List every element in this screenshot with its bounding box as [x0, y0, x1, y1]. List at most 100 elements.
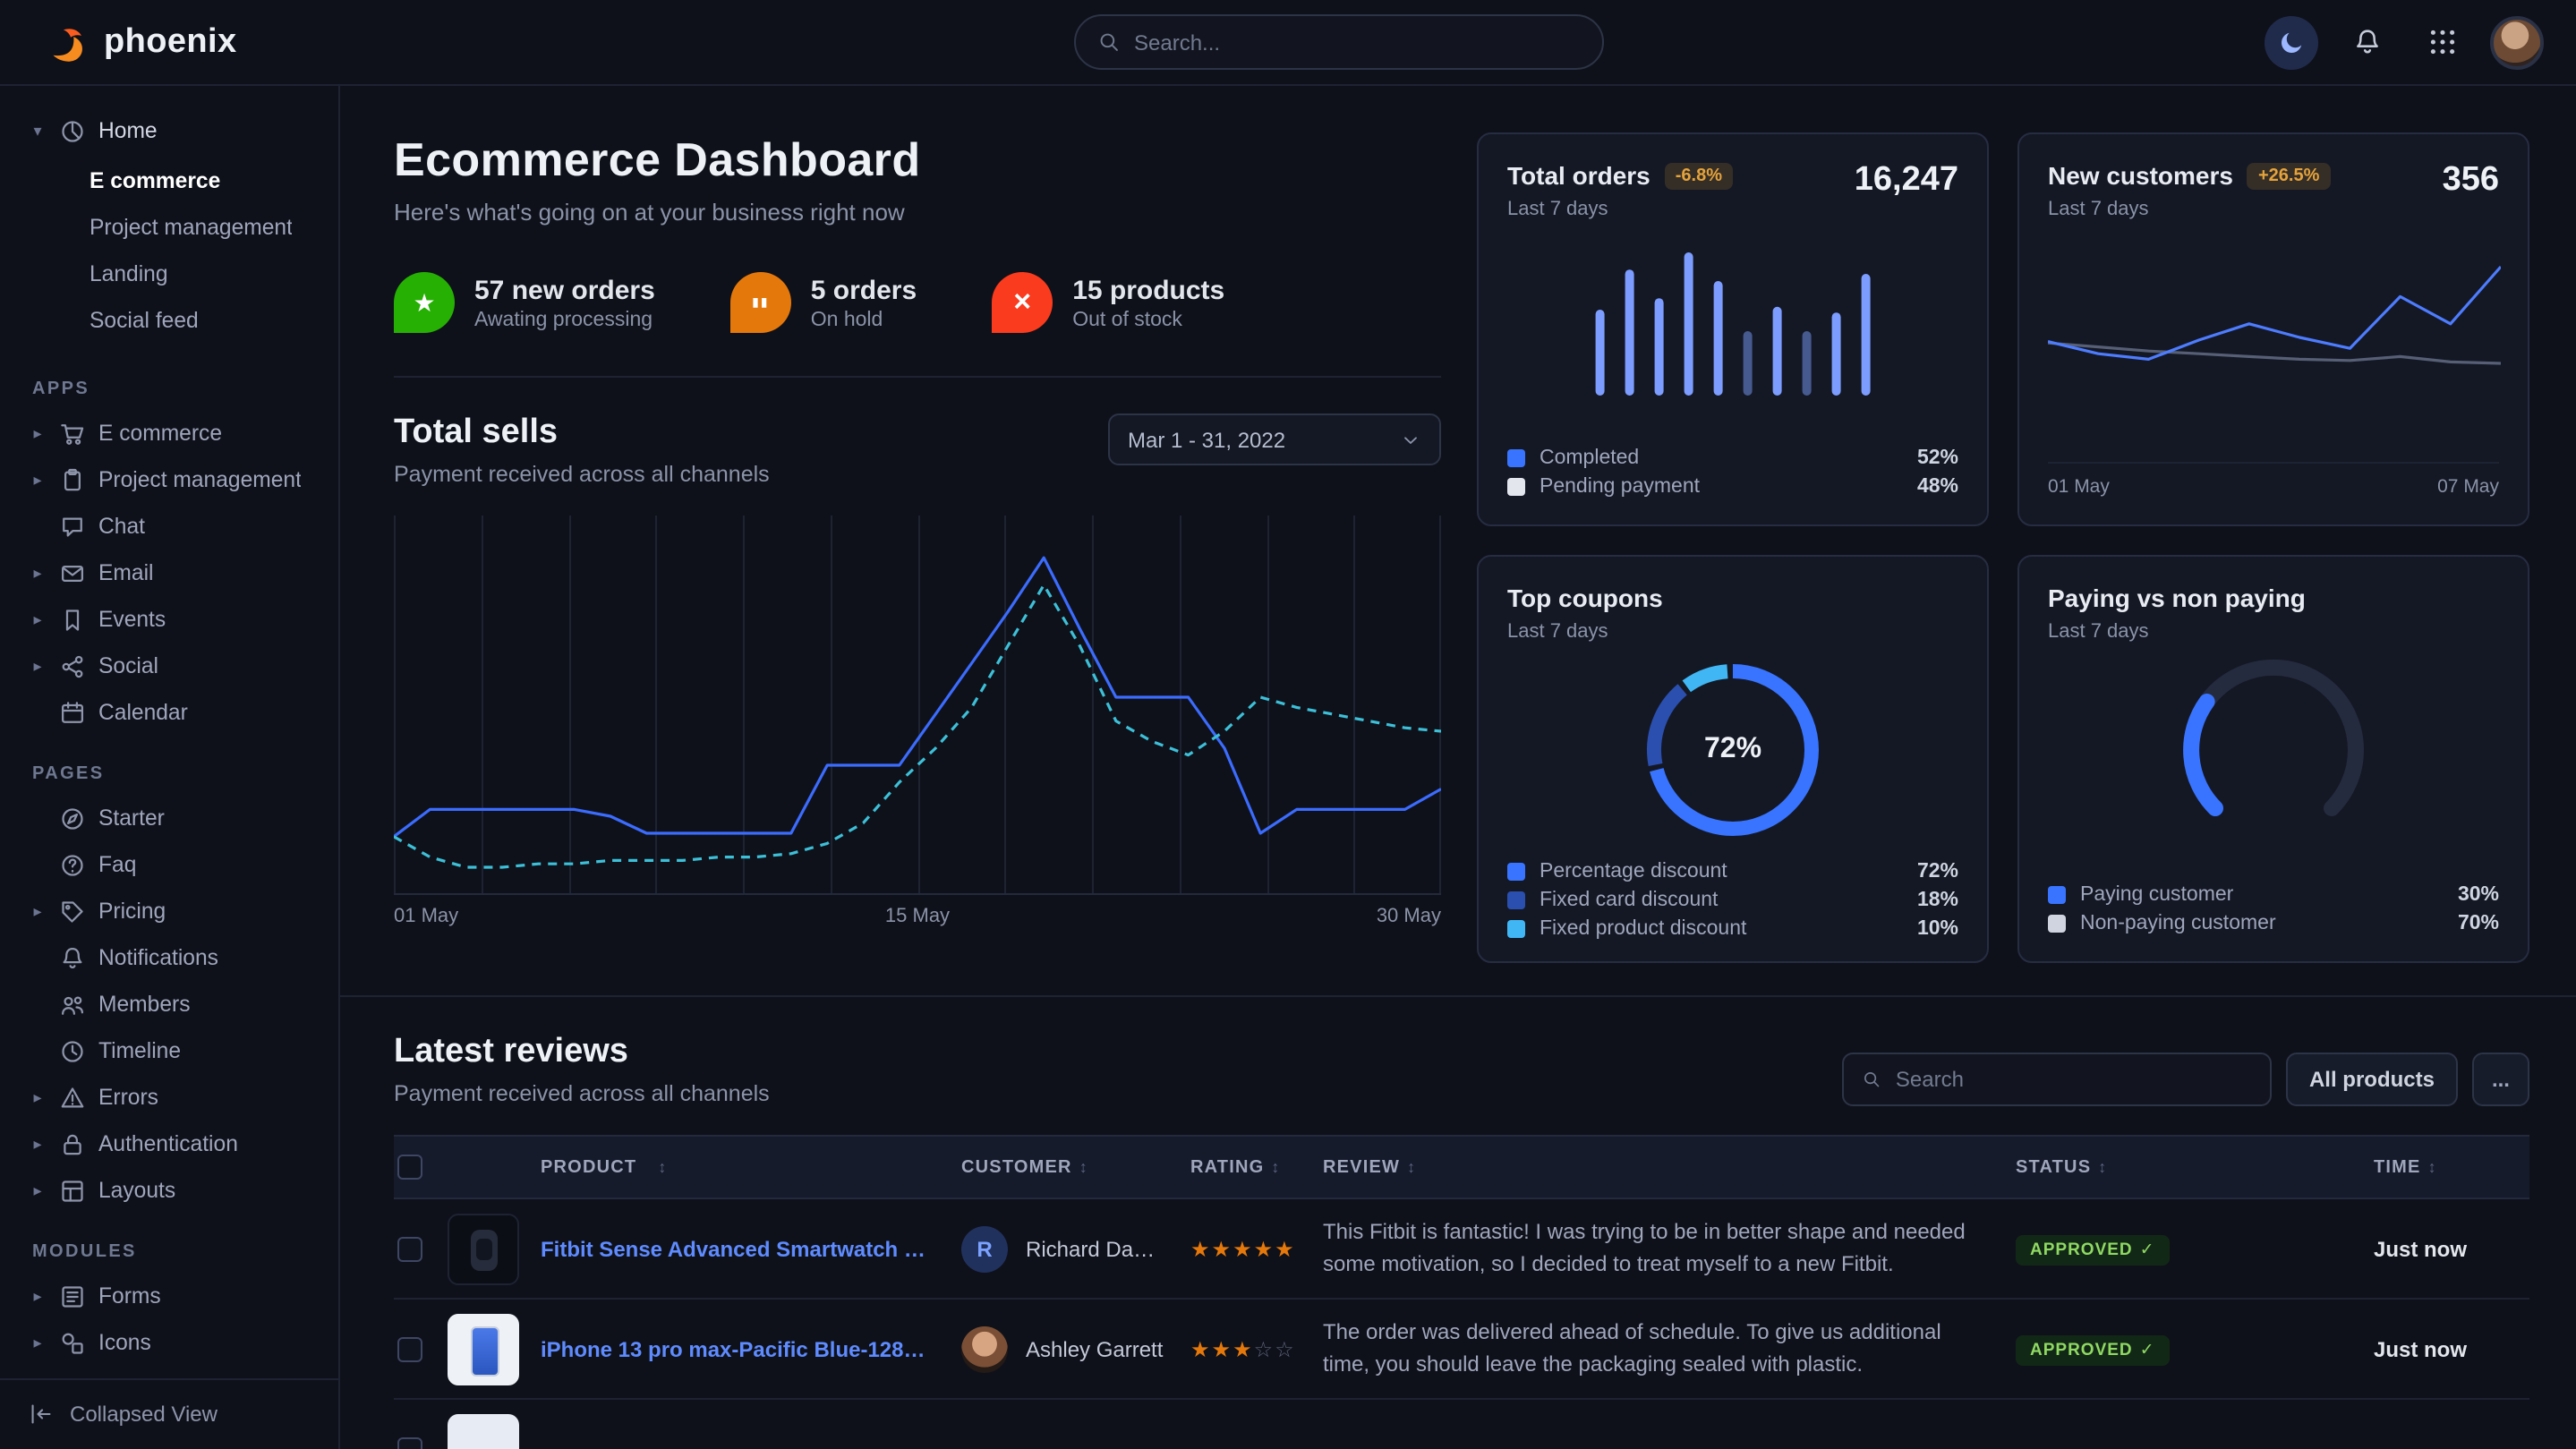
product-link[interactable]: Fitbit Sense Advanced Smartwatch with To… — [541, 1236, 936, 1261]
product-thumbnail[interactable] — [448, 1213, 519, 1284]
stat-item: 15 products Out of stock — [992, 272, 1224, 333]
more-actions-button[interactable]: ... — [2472, 1053, 2529, 1106]
sidebar-section-pages: ▸ Starter ▸ Faq ▸ Pricing ▸ Notification… — [29, 795, 320, 1214]
sort-icon[interactable]: ↕ — [1271, 1158, 1280, 1176]
legend-item: Completed 52% — [1507, 447, 1958, 469]
stat-caption: Awating processing — [474, 309, 655, 330]
sidebar-item[interactable]: ▸ Tables — [29, 1366, 320, 1377]
top-navbar: phoenix — [0, 0, 2576, 86]
column-header-time[interactable]: TIME — [2374, 1157, 2421, 1177]
global-search-input[interactable] — [1134, 30, 1580, 55]
sidebar-item[interactable]: ▸ Faq — [29, 841, 320, 888]
x-axis-label: 01 May — [394, 906, 458, 927]
sidebar-item[interactable]: ▸ E commerce — [29, 410, 320, 456]
sidebar-item[interactable]: ▸ Starter — [29, 795, 320, 841]
row-checkbox[interactable] — [397, 1236, 422, 1261]
sort-icon[interactable]: ↕ — [2098, 1158, 2107, 1176]
sort-icon[interactable]: ↕ — [1407, 1158, 1416, 1176]
sidebar-subitem[interactable]: Project management — [29, 204, 320, 251]
row-checkbox[interactable] — [397, 1336, 422, 1361]
total-orders-bar-chart — [1581, 242, 1885, 396]
sidebar-item[interactable]: ▸ Project management — [29, 456, 320, 503]
chevron-right-icon: ▸ — [29, 901, 47, 921]
column-header-product[interactable]: PRODUCT — [541, 1157, 636, 1177]
x-axis-label: 07 May — [2437, 476, 2499, 498]
sidebar-item-icon — [59, 898, 86, 925]
sidebar: ▾ Home E commerce Project management Lan… — [0, 86, 340, 1449]
all-products-button[interactable]: All products — [2286, 1053, 2458, 1106]
stat-caption: Out of stock — [1072, 309, 1224, 330]
sidebar-item[interactable]: ▸ Layouts — [29, 1167, 320, 1214]
app-launcher-button[interactable] — [2415, 15, 2469, 69]
date-range-value: Mar 1 - 31, 2022 — [1128, 427, 1285, 452]
top-coupons-card: Top coupons Last 7 days 72% Percentage d… — [1477, 555, 1989, 963]
sidebar-item[interactable]: ▸ Errors — [29, 1074, 320, 1121]
customer-avatar[interactable] — [961, 1325, 1008, 1372]
reviews-search-input[interactable] — [1896, 1067, 2252, 1092]
grid-icon — [2427, 27, 2457, 57]
notifications-button[interactable] — [2340, 15, 2393, 69]
review-table-row: ✓ — [394, 1400, 2529, 1449]
sidebar-item-icon — [59, 420, 86, 447]
date-range-select[interactable]: Mar 1 - 31, 2022 — [1108, 413, 1441, 465]
sidebar-subitem[interactable]: Social feed — [29, 297, 320, 344]
sidebar-item[interactable]: ▸ Members — [29, 981, 320, 1027]
chevron-right-icon: ▸ — [29, 563, 47, 583]
sort-icon[interactable]: ↕ — [2428, 1158, 2437, 1176]
product-link[interactable]: iPhone 13 pro max-Pacific Blue-128GB sto… — [541, 1336, 936, 1361]
sidebar-item[interactable]: ▸ Email — [29, 550, 320, 596]
latest-reviews-section: Latest reviews Payment received across a… — [340, 997, 2576, 1449]
sidebar-item[interactable]: ▸ Chat — [29, 503, 320, 550]
sidebar-item-home[interactable]: ▾ Home — [29, 107, 320, 154]
sidebar-section-modules: ▸ Forms ▸ Icons ▸ Tables ▸ Components — [29, 1273, 320, 1377]
new-customers-x-axis: 01 May 07 May — [2048, 462, 2499, 498]
column-header-customer[interactable]: CUSTOMER — [961, 1157, 1072, 1177]
new-customers-card: New customers +26.5% Last 7 days 356 01 … — [2017, 132, 2529, 526]
status-label: APPROVED — [2030, 1341, 2133, 1360]
sidebar-item[interactable]: ▸ Authentication — [29, 1121, 320, 1167]
sidebar-item-label: Calendar — [98, 700, 188, 725]
sidebar-subitem-label: Social feed — [90, 308, 199, 333]
reviews-search[interactable] — [1842, 1053, 2272, 1106]
legend-value: 30% — [2458, 884, 2499, 906]
total-orders-card: Total orders -6.8% Last 7 days 16,247 Co… — [1477, 132, 1989, 526]
sidebar-item[interactable]: ▸ Icons — [29, 1319, 320, 1366]
legend-label: Fixed product discount — [1540, 918, 1903, 940]
collapse-icon — [29, 1402, 54, 1427]
chevron-right-icon: ▸ — [29, 423, 47, 443]
sidebar-item-icon — [59, 851, 86, 878]
sidebar-item-label: Notifications — [98, 945, 218, 970]
stat-value: 15 products — [1072, 275, 1224, 305]
sort-icon[interactable]: ↕ — [658, 1158, 667, 1176]
product-thumbnail[interactable] — [448, 1413, 519, 1449]
stat-icon — [992, 272, 1053, 333]
brand-logo-link[interactable]: phoenix — [47, 21, 237, 64]
sidebar-item[interactable]: ▸ Timeline — [29, 1027, 320, 1074]
column-header-status[interactable]: STATUS — [2016, 1157, 2091, 1177]
collapsed-view-toggle[interactable]: Collapsed View — [0, 1377, 338, 1449]
sidebar-subitem[interactable]: E commerce — [29, 158, 320, 204]
column-header-rating[interactable]: RATING — [1190, 1157, 1264, 1177]
select-all-checkbox[interactable] — [397, 1155, 422, 1180]
sidebar-item[interactable]: ▸ Events — [29, 596, 320, 643]
column-header-review[interactable]: REVIEW — [1323, 1157, 1400, 1177]
chevron-down-icon: ▾ — [29, 121, 47, 141]
sidebar-item[interactable]: ▸ Social — [29, 643, 320, 689]
sidebar-item[interactable]: ▸ Forms — [29, 1273, 320, 1319]
sidebar-item[interactable]: ▸ Calendar — [29, 689, 320, 736]
total-sells-line-chart — [394, 516, 1441, 895]
sidebar-item-icon — [59, 1283, 86, 1309]
sidebar-subitem[interactable]: Landing — [29, 251, 320, 297]
profile-avatar[interactable] — [2490, 15, 2544, 69]
sort-icon[interactable]: ↕ — [1079, 1158, 1088, 1176]
product-thumbnail[interactable] — [448, 1313, 519, 1385]
sidebar-item[interactable]: ▸ Notifications — [29, 934, 320, 981]
total-sells-subtitle: Payment received across all channels — [394, 462, 770, 487]
legend-label: Percentage discount — [1540, 861, 1903, 882]
legend-swatch — [1507, 478, 1525, 496]
global-search[interactable] — [1073, 14, 1603, 70]
row-checkbox[interactable] — [397, 1436, 422, 1449]
customer-avatar[interactable]: R — [961, 1225, 1008, 1272]
theme-toggle-button[interactable] — [2265, 15, 2318, 69]
sidebar-item[interactable]: ▸ Pricing — [29, 888, 320, 934]
